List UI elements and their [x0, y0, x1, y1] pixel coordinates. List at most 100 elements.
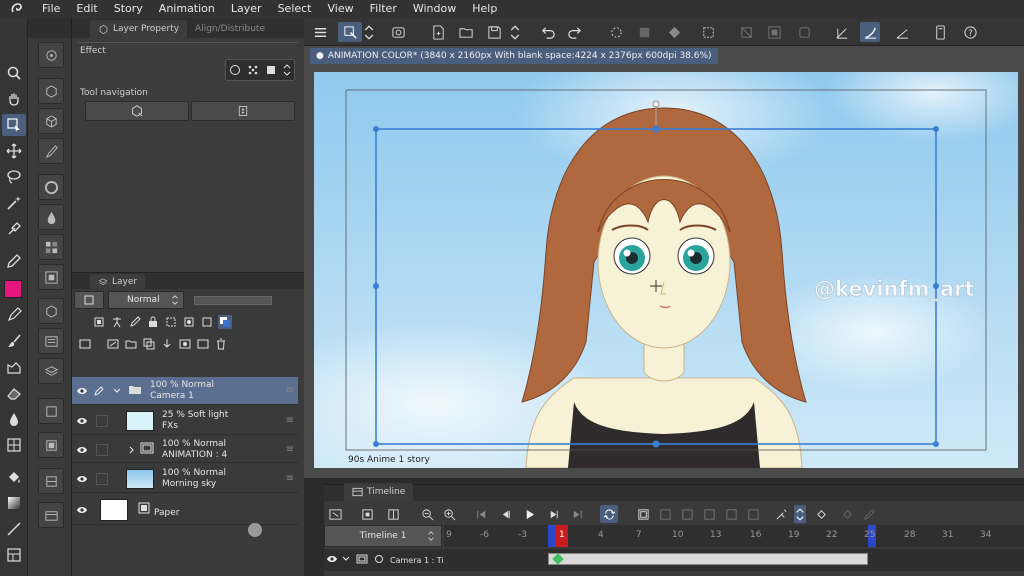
opacity-slider[interactable] [194, 295, 272, 305]
intermediate-color-icon[interactable] [38, 264, 64, 290]
loading-icon[interactable] [606, 22, 626, 42]
help-icon[interactable]: ? [960, 22, 980, 42]
auto-action-icon[interactable] [38, 468, 64, 494]
fill-selection-icon[interactable] [664, 22, 684, 42]
select-all-icon[interactable] [698, 22, 718, 42]
timeline-settings-icon[interactable] [326, 505, 344, 523]
scroll-thumb[interactable] [248, 523, 262, 537]
lock-transparent-icon[interactable] [164, 315, 178, 329]
history-icon[interactable] [38, 432, 64, 458]
lock-toggle[interactable] [96, 443, 108, 456]
mask-icon[interactable] [182, 315, 196, 329]
artwork-canvas[interactable]: @kevinfm_art 90s Anime 1 story [314, 72, 1018, 468]
pencil-disabled-icon[interactable] [860, 505, 878, 523]
lasso-icon[interactable] [2, 166, 26, 188]
zoom-in-icon[interactable] [440, 505, 458, 523]
menu-help[interactable]: Help [464, 0, 505, 18]
menu-filter[interactable]: Filter [362, 0, 405, 18]
menu-edit[interactable]: Edit [68, 0, 105, 18]
animation-cel-icon[interactable] [38, 398, 64, 424]
lock-toggle[interactable] [96, 472, 108, 485]
timeline-name-select[interactable]: Timeline 1 [324, 525, 442, 547]
timeline-edit-icon[interactable] [358, 505, 376, 523]
eye-icon[interactable] [72, 416, 92, 426]
sub-tool-icon[interactable] [338, 22, 362, 42]
frame-handle[interactable] [652, 125, 660, 133]
brush-icon[interactable] [2, 330, 26, 352]
frame-handle[interactable] [373, 441, 379, 447]
snap-grid-icon[interactable] [892, 22, 912, 42]
tab-layer-property[interactable]: Layer Property [90, 20, 188, 38]
snap-special-ruler-icon[interactable] [860, 22, 880, 42]
drag-handle-icon[interactable]: ≡ [286, 444, 294, 455]
chevron-down-icon[interactable] [110, 387, 124, 395]
material-icon[interactable] [38, 108, 64, 134]
frame-ruler[interactable]: 9 -6 -3 1 4 7 10 13 16 19 22 25 28 31 34 [444, 525, 1024, 547]
layer-search-icon[interactable] [38, 328, 64, 354]
transparency-icon[interactable] [388, 22, 408, 42]
drag-handle-icon[interactable]: ≡ [286, 473, 294, 484]
chevron-updown-icon[interactable] [794, 505, 806, 523]
tab-align-distribute[interactable]: Align/Distribute [187, 20, 273, 38]
frame-handle[interactable] [933, 126, 939, 132]
eye-icon[interactable] [72, 445, 92, 455]
ruler-icon[interactable] [200, 315, 214, 329]
mask-layer-icon[interactable] [178, 337, 192, 351]
tone-effect-icon[interactable] [247, 64, 259, 76]
invert-selection-icon[interactable] [764, 22, 784, 42]
frame-handle[interactable] [373, 283, 379, 289]
color-wheel-icon[interactable] [38, 174, 64, 200]
hamburger-menu-icon[interactable] [310, 22, 330, 42]
chevron-updown-icon[interactable] [364, 22, 374, 42]
operation-tool-icon[interactable] [2, 114, 26, 136]
effect-buttons[interactable] [225, 59, 295, 81]
menu-window[interactable]: Window [405, 0, 464, 18]
crop-icon[interactable] [794, 22, 814, 42]
drag-handle-icon[interactable]: ≡ [286, 415, 294, 426]
canvas-area[interactable]: ● ANIMATION COLOR* (3840 x 2160px With b… [304, 46, 1024, 478]
snap-ruler-icon[interactable] [832, 22, 852, 42]
new-vector-layer-icon[interactable] [106, 337, 120, 351]
tab-timeline[interactable]: Timeline [344, 483, 414, 501]
chevron-down-icon[interactable] [342, 555, 350, 566]
frame-handle[interactable] [652, 440, 660, 448]
layer-color-icon[interactable] [265, 64, 277, 76]
frame-tool-icon[interactable] [2, 544, 26, 566]
drag-handle-icon[interactable]: ≡ [286, 385, 294, 396]
draft-icon[interactable] [128, 315, 142, 329]
new-animation-folder-icon[interactable] [634, 505, 652, 523]
layer-property-side-icon[interactable] [38, 298, 64, 324]
layer-color-toggle[interactable] [74, 291, 104, 309]
pencil-icon[interactable] [2, 304, 26, 326]
fill-icon[interactable] [2, 466, 26, 488]
hand-tool-icon[interactable] [2, 88, 26, 110]
timeline-track-camera[interactable]: Camera 1 : Ti [324, 549, 1024, 571]
navigator-icon[interactable] [38, 42, 64, 68]
tool-nav-settings-button[interactable] [191, 101, 295, 121]
new-file-icon[interactable] [428, 22, 448, 42]
smartphone-icon[interactable] [930, 22, 950, 42]
layer-row-animation[interactable]: 100 % Normal ANIMATION : 4 ≡ [72, 437, 298, 463]
blend-mode-select[interactable]: Normal [108, 291, 184, 309]
start-marker[interactable] [548, 525, 556, 547]
lock-icon[interactable] [146, 315, 160, 329]
loop-icon[interactable] [600, 505, 618, 523]
layer-row-paper[interactable]: Paper [72, 495, 298, 525]
apply-mask-icon[interactable] [196, 337, 210, 351]
eye-icon[interactable] [72, 386, 92, 396]
move-layer-icon[interactable] [2, 140, 26, 162]
track-keyframe-area[interactable] [548, 553, 868, 565]
eraser-icon[interactable] [2, 382, 26, 404]
go-to-end-icon[interactable] [568, 505, 586, 523]
menu-view[interactable]: View [320, 0, 362, 18]
keyframe-interpolation-icon[interactable] [812, 505, 830, 523]
deselect-icon[interactable] [736, 22, 756, 42]
zoom-out-icon[interactable] [418, 505, 436, 523]
save-icon[interactable] [484, 22, 504, 42]
clip-icon[interactable] [92, 315, 106, 329]
color-set-icon[interactable] [38, 234, 64, 260]
grid-tool-icon[interactable] [2, 434, 26, 456]
timeline-side-icon[interactable] [38, 502, 64, 528]
chevron-updown-icon[interactable] [283, 64, 291, 76]
redo-icon[interactable] [564, 22, 584, 42]
